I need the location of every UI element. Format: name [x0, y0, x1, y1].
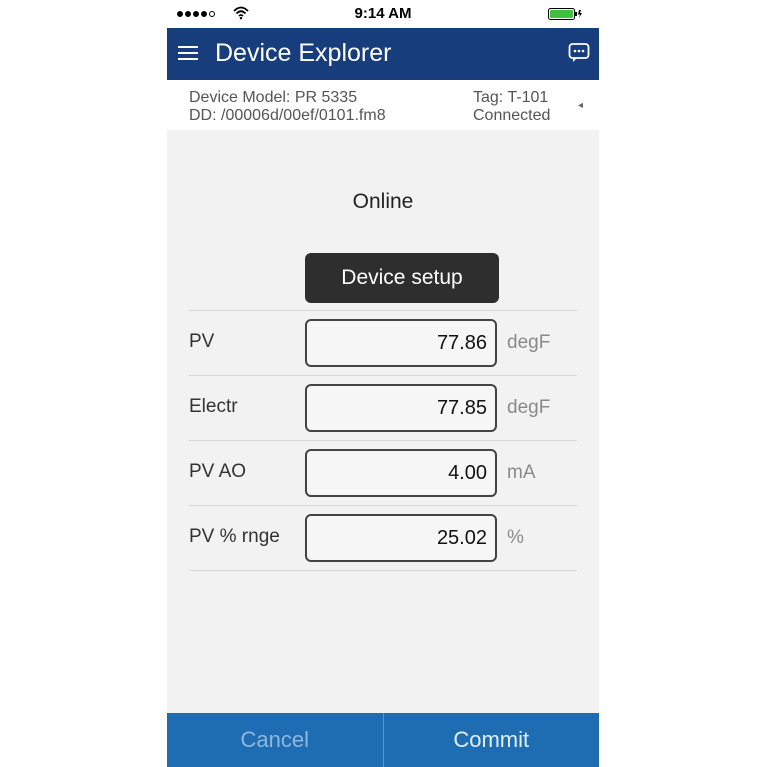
list-item-pv: PV 77.86 degF — [189, 310, 577, 375]
dd-value: /00006d/00ef/0101.fm8 — [221, 107, 386, 124]
list-item-pv-range: PV % rnge 25.02 % — [189, 505, 577, 571]
device-model-row: Device Model: PR 5335 — [189, 89, 386, 107]
commit-button[interactable]: Commit — [384, 713, 600, 767]
device-info-panel: Device Model: PR 5335 DD: /00006d/00ef/0… — [167, 80, 599, 130]
electr-unit: degF — [507, 397, 551, 418]
section-title: Online — [352, 190, 414, 213]
bottom-action-bar: Cancel Commit — [167, 713, 599, 767]
cancel-button[interactable]: Cancel — [167, 713, 384, 767]
tag-label: Tag: — [473, 89, 504, 106]
phone-screen: 9:14 AM Device Explorer Device Model: PR — [167, 0, 599, 767]
electr-value-field[interactable]: 77.85 — [305, 384, 497, 432]
process-values-list: PV 77.86 degF Electr 77.85 degF PV AO 4.… — [189, 310, 577, 571]
pv-unit: degF — [507, 332, 551, 353]
chat-bubble-icon[interactable] — [568, 42, 590, 64]
pv-value-field[interactable]: 77.86 — [305, 319, 497, 367]
dd-row: DD: /00006d/00ef/0101.fm8 — [189, 107, 386, 125]
pv-label: PV — [189, 331, 215, 352]
pv-range-unit: % — [507, 527, 524, 548]
dd-label: DD: — [189, 107, 217, 124]
status-time: 9:14 AM — [354, 5, 412, 22]
pv-ao-value-field[interactable]: 4.00 — [305, 449, 497, 497]
connection-status: Connected — [473, 107, 551, 124]
device-model-value: PR 5335 — [294, 89, 358, 106]
tag-value: T-101 — [507, 89, 549, 106]
expand-arrow-icon[interactable]: ◂ — [578, 97, 583, 115]
pv-ao-unit: mA — [507, 462, 536, 483]
app-header: Device Explorer — [167, 28, 599, 80]
electr-label: Electr — [189, 396, 238, 417]
pv-ao-label: PV AO — [189, 461, 247, 482]
pv-range-label: PV % rnge — [189, 526, 280, 547]
device-model-label: Device Model: — [189, 89, 291, 106]
hamburger-menu-icon[interactable] — [177, 42, 199, 64]
list-item-pv-ao: PV AO 4.00 mA — [189, 440, 577, 505]
device-setup-button[interactable]: Device setup — [305, 253, 499, 303]
status-bar: 9:14 AM — [167, 0, 599, 28]
battery-charging-icon — [548, 8, 582, 20]
page-title: Device Explorer — [215, 39, 392, 67]
pv-range-value-field[interactable]: 25.02 — [305, 514, 497, 562]
tag-row: Tag: T-101 — [473, 89, 550, 107]
list-item-electr: Electr 77.85 degF — [189, 375, 577, 440]
